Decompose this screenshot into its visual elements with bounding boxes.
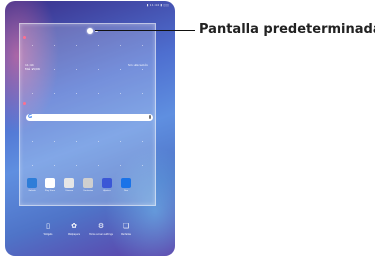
grid-dot	[32, 165, 33, 166]
default-home-indicator[interactable]	[87, 28, 93, 34]
grid-dot	[76, 69, 77, 70]
grid-dot	[54, 141, 55, 142]
dock-label-wallpapers: Wallpapers	[67, 233, 81, 236]
status-bar: ▮ 11:44 ▮ ▯▯▯	[146, 3, 169, 7]
settings-icon[interactable]	[102, 178, 112, 188]
dock-label-pages: Pantallas	[121, 233, 131, 236]
grid-dot	[142, 93, 143, 94]
contacts-icon[interactable]	[83, 178, 93, 188]
grid-dot	[54, 165, 55, 166]
dock-label-settings: Home screen settings	[89, 233, 113, 236]
wallpaper-icon[interactable]: ✿	[70, 222, 78, 230]
app-label: Contactos	[82, 190, 94, 192]
app-label: Cámara	[65, 190, 73, 192]
mic-icon[interactable]	[149, 115, 151, 119]
side-marker-top	[23, 36, 26, 39]
grid-dot	[32, 141, 33, 142]
widgets-icon[interactable]: ▯	[44, 222, 52, 230]
grid-dot	[142, 45, 143, 46]
grid-dot	[120, 93, 121, 94]
grid-dot	[120, 45, 121, 46]
app-label: Galería	[28, 190, 36, 192]
weather-label[interactable]: Sin ubicación	[128, 63, 148, 67]
pages-icon[interactable]: ❏	[122, 222, 130, 230]
grid-dot	[98, 141, 99, 142]
grid-dot	[120, 165, 121, 166]
callout-label: Pantalla predeterminada	[199, 22, 375, 37]
grid-dot	[76, 165, 77, 166]
grid-dot	[98, 93, 99, 94]
grid-dot	[54, 69, 55, 70]
search-bar[interactable]: G	[26, 114, 153, 121]
grid-dot	[76, 93, 77, 94]
grid-dot	[142, 165, 143, 166]
dock-label-widgets: Widgets	[43, 233, 53, 236]
grid-dot	[76, 141, 77, 142]
app-label: Ajustes	[103, 190, 111, 192]
grid-dot	[142, 141, 143, 142]
callout-line	[95, 30, 195, 31]
settings-gear-icon[interactable]: ⚙	[97, 222, 105, 230]
play-store-icon[interactable]	[45, 178, 55, 188]
grid-dot	[120, 69, 121, 70]
clock-widget[interactable]: 11:44 Mié 15/06	[25, 63, 40, 71]
grid-dot	[120, 141, 121, 142]
grid-dot	[54, 45, 55, 46]
clock-date: Mié 15/06	[25, 67, 40, 71]
video-icon[interactable]	[121, 178, 131, 188]
grid-dot	[32, 93, 33, 94]
grid-dot	[76, 45, 77, 46]
grid-dot	[142, 69, 143, 70]
app-label: Play Store	[44, 190, 56, 192]
grid-dot	[98, 45, 99, 46]
app-label: Duo	[123, 190, 129, 192]
gallery-icon[interactable]	[27, 178, 37, 188]
grid-dot	[98, 165, 99, 166]
side-marker-middle	[23, 102, 26, 105]
grid-dot	[54, 93, 55, 94]
grid-dot	[32, 45, 33, 46]
google-icon: G	[28, 114, 33, 120]
grid-dot	[98, 69, 99, 70]
camera-icon[interactable]	[64, 178, 74, 188]
